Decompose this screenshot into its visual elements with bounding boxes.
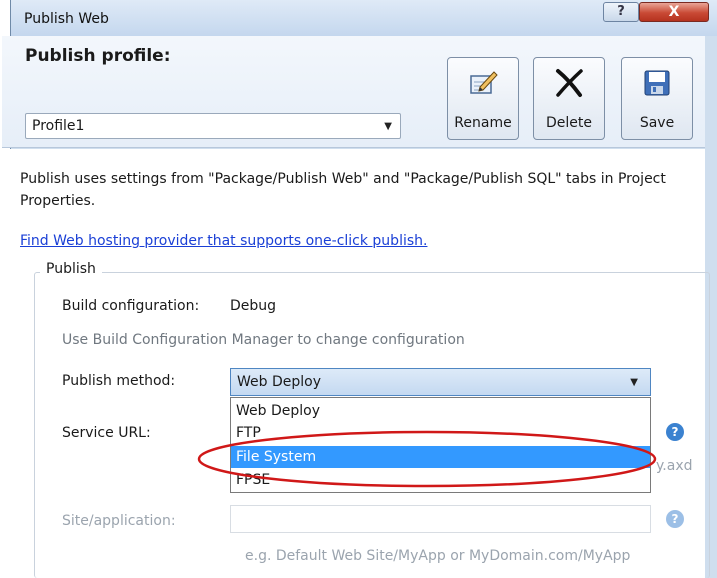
rename-button-label: Rename	[454, 115, 512, 131]
save-button[interactable]: Save	[621, 57, 693, 140]
rename-button[interactable]: Rename	[447, 57, 519, 140]
help-button[interactable]: ?	[603, 2, 639, 22]
publish-method-dropdown[interactable]: Web Deploy ▼	[230, 368, 651, 396]
site-application-hint: e.g. Default Web Site/MyApp or MyDomain.…	[245, 548, 631, 564]
site-application-input[interactable]	[230, 505, 651, 533]
build-config-hint: Use Build Configuration Manager to chang…	[62, 332, 465, 348]
x-icon	[556, 69, 583, 97]
profile-dropdown[interactable]: Profile1 ▼	[25, 113, 401, 139]
publish-method-label: Publish method:	[62, 373, 176, 389]
pencil-notepad-icon	[470, 71, 498, 94]
close-button[interactable]: X	[639, 2, 709, 22]
service-url-help-icon[interactable]: ?	[666, 423, 684, 441]
save-button-label: Save	[639, 115, 675, 131]
build-configuration-value: Debug	[230, 298, 277, 314]
publish-method-value: Web Deploy	[237, 374, 321, 390]
delete-button[interactable]: Delete	[533, 57, 605, 140]
delete-button-label: Delete	[546, 115, 592, 131]
red-highlight-ellipse	[197, 430, 657, 488]
hosting-provider-link[interactable]: Find Web hosting provider that supports …	[20, 233, 427, 249]
chevron-down-icon: ▼	[630, 377, 638, 388]
publish-profile-label: Publish profile:	[25, 46, 171, 66]
publish-group-label: Publish	[40, 261, 102, 277]
profile-dropdown-value: Profile1	[32, 118, 85, 134]
build-configuration-label: Build configuration:	[62, 298, 200, 314]
chevron-down-icon: ▼	[384, 121, 392, 132]
window-title: Publish Web	[24, 11, 109, 27]
description-text: Publish uses settings from "Package/Publ…	[20, 171, 666, 209]
option-web-deploy[interactable]: Web Deploy	[231, 400, 650, 422]
site-application-help-icon[interactable]: ?	[666, 510, 684, 528]
site-application-label: Site/application:	[62, 513, 176, 529]
title-bar[interactable]: Publish Web ? X	[11, 0, 717, 36]
service-url-label: Service URL:	[62, 425, 151, 441]
floppy-disk-icon	[644, 70, 670, 96]
